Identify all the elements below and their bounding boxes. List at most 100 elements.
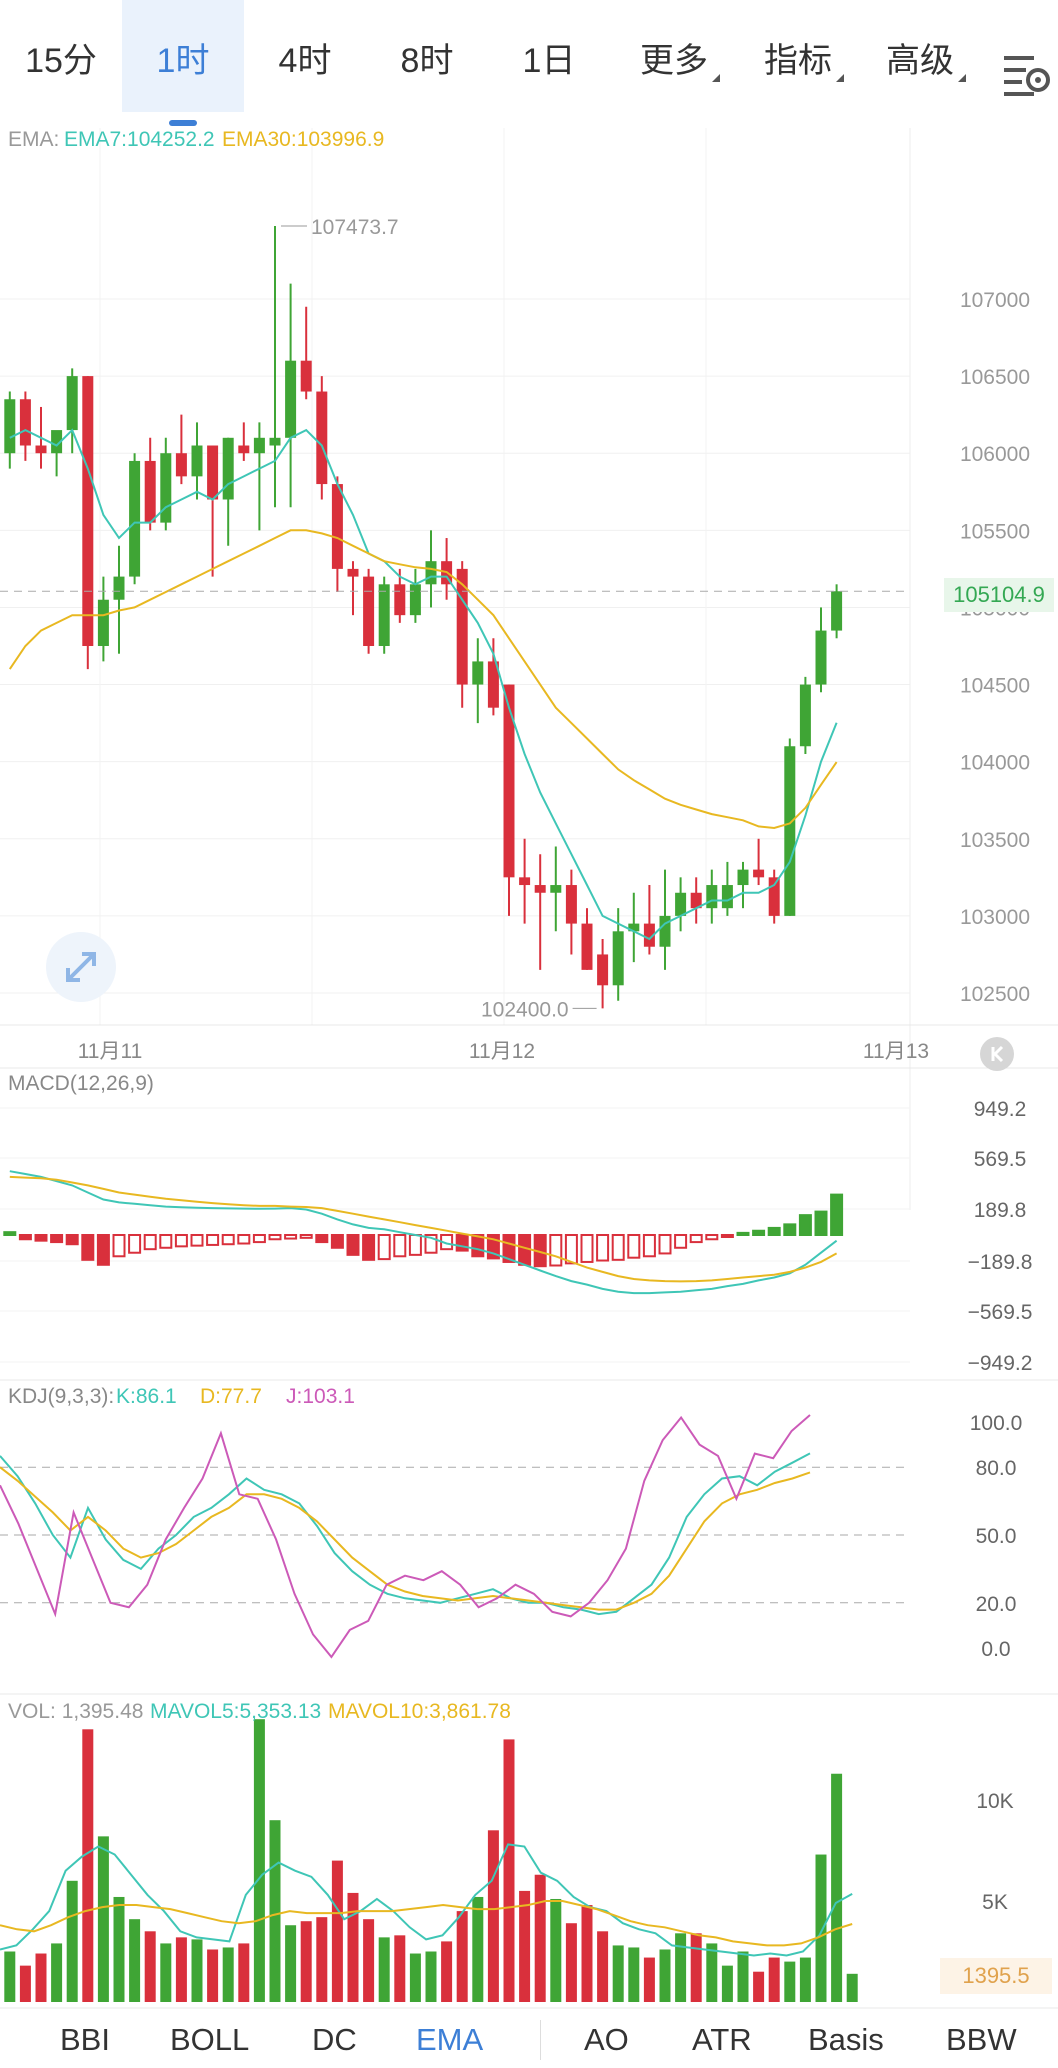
volume-bar bbox=[97, 1836, 109, 2002]
macd-histogram-bar bbox=[596, 1234, 610, 1262]
macd-histogram-bar bbox=[3, 1231, 17, 1236]
tab-bbw[interactable]: BBW bbox=[946, 2022, 1017, 2058]
kdj-k-line bbox=[0, 1452, 811, 1616]
candle-body bbox=[815, 630, 827, 685]
volume-bar bbox=[768, 1957, 780, 2002]
tab-more-dropdown[interactable]: 更多 bbox=[620, 0, 740, 112]
macd-histogram-bar bbox=[50, 1234, 64, 1244]
macd-histogram-bar bbox=[362, 1234, 376, 1261]
volume-bar bbox=[721, 1965, 733, 2002]
volume-bar bbox=[394, 1935, 406, 2002]
candle-body bbox=[519, 877, 531, 886]
kdj-y-tick-label: 20.0 bbox=[976, 1593, 1017, 1616]
kdj-d-line bbox=[0, 1466, 811, 1611]
tab-bbi[interactable]: BBI bbox=[60, 2022, 110, 2058]
volume-bar bbox=[269, 1820, 281, 2002]
low-price-label: 102400.0 bbox=[481, 998, 569, 1021]
current-price-tag: 105104.9 bbox=[944, 578, 1054, 612]
candle-body bbox=[597, 954, 609, 986]
macd-histogram-bar bbox=[34, 1234, 48, 1242]
volume-bar bbox=[425, 1951, 437, 2002]
volume-bar bbox=[19, 1965, 31, 2002]
tab-indicators-dropdown[interactable]: 指标 bbox=[744, 0, 864, 112]
candle-body bbox=[706, 885, 718, 909]
macd-histogram-bar bbox=[830, 1193, 844, 1237]
volume-bar bbox=[285, 1925, 297, 2002]
volume-bar bbox=[409, 1953, 421, 2002]
tab-4h[interactable]: 4时 bbox=[244, 0, 366, 112]
tab-ema[interactable]: EMA bbox=[416, 2022, 483, 2058]
kdj-y-tick-label: 50.0 bbox=[976, 1525, 1017, 1548]
candle-body bbox=[612, 931, 624, 986]
expand-arrows-icon[interactable] bbox=[46, 932, 116, 1002]
volume-bar bbox=[519, 1890, 531, 2002]
volume-bar bbox=[160, 1943, 172, 2002]
tab-separator bbox=[540, 2020, 541, 2060]
macd-histogram-bar bbox=[455, 1234, 469, 1252]
volume-bar bbox=[815, 1854, 827, 2002]
macd-histogram-bar bbox=[377, 1234, 391, 1261]
candle-body bbox=[144, 460, 156, 523]
macd-histogram-bar bbox=[393, 1234, 407, 1258]
macd-y-tick-label: 189.8 bbox=[974, 1199, 1027, 1222]
macd-histogram-bar bbox=[471, 1234, 485, 1258]
chart-settings-icon[interactable] bbox=[1002, 52, 1052, 98]
ema7-legend: EMA7:104252.2 bbox=[64, 128, 215, 151]
tab-basis[interactable]: Basis bbox=[808, 2022, 884, 2058]
chart-canvas[interactable]: 1070001065001060001055001050001045001040… bbox=[0, 126, 1058, 2010]
macd-histogram-bar bbox=[689, 1234, 703, 1244]
tab-dc[interactable]: DC bbox=[312, 2022, 357, 2058]
volume-bar bbox=[363, 1919, 375, 2002]
volume-bar bbox=[643, 1957, 655, 2002]
candle-body bbox=[82, 376, 94, 646]
volume-bar bbox=[144, 1931, 156, 2002]
macd-histogram-bar bbox=[315, 1234, 329, 1244]
main-y-tick-label: 105500 bbox=[960, 520, 1030, 543]
candle-body bbox=[768, 877, 780, 916]
candle-body bbox=[675, 892, 687, 916]
volume-bar bbox=[207, 1949, 219, 2002]
macd-histogram-bar bbox=[814, 1210, 828, 1236]
candle-body bbox=[472, 661, 484, 685]
volume-bar bbox=[191, 1939, 203, 2002]
candle-body bbox=[753, 869, 765, 878]
macd-y-tick-label: 569.5 bbox=[974, 1148, 1027, 1171]
tab-1h[interactable]: 1时 bbox=[122, 0, 244, 126]
ema30-legend: EMA30:103996.9 bbox=[222, 128, 385, 151]
volume-bar bbox=[659, 1949, 671, 2002]
macd-histogram-bar bbox=[783, 1223, 797, 1237]
tab-8h[interactable]: 8时 bbox=[366, 0, 488, 112]
volume-bar bbox=[253, 1719, 265, 2002]
tab-15min[interactable]: 15分 bbox=[0, 0, 122, 112]
macd-title: MACD(12,26,9) bbox=[8, 1072, 154, 1095]
x-axis-date-label: 11月11 bbox=[78, 1040, 143, 1063]
main-y-tick-label: 106000 bbox=[960, 443, 1030, 466]
tab-atr[interactable]: ATR bbox=[692, 2022, 752, 2058]
macd-histogram-bar bbox=[580, 1234, 594, 1263]
candle-body bbox=[191, 445, 203, 477]
tab-boll[interactable]: BOLL bbox=[170, 2022, 249, 2058]
candle-body bbox=[222, 437, 234, 500]
tab-1d[interactable]: 1日 bbox=[488, 0, 610, 112]
volume-bar bbox=[316, 1917, 328, 2002]
candle-body bbox=[831, 591, 843, 631]
volume-bar bbox=[378, 1937, 390, 2002]
volume-bar bbox=[737, 1951, 749, 2002]
macd-histogram-bar bbox=[658, 1234, 672, 1255]
macd-histogram-bar bbox=[237, 1234, 251, 1245]
candle-body bbox=[66, 376, 78, 431]
x-axis-date-label: 11月12 bbox=[469, 1040, 535, 1063]
volume-bar bbox=[347, 1892, 359, 2002]
tab-advanced-dropdown[interactable]: 高级 bbox=[866, 0, 986, 112]
main-y-tick-label: 102500 bbox=[960, 983, 1030, 1006]
volume-bar bbox=[4, 1951, 16, 2002]
macd-dea-line bbox=[9, 1175, 838, 1283]
tab-ao[interactable]: AO bbox=[584, 2022, 629, 2058]
main-y-tick-label: 104000 bbox=[960, 752, 1030, 775]
macd-histogram-bar bbox=[159, 1234, 173, 1249]
volume-bar bbox=[472, 1896, 484, 2002]
scroll-to-latest-icon[interactable] bbox=[980, 1037, 1014, 1071]
macd-histogram-bar bbox=[736, 1231, 750, 1237]
candle-body bbox=[737, 869, 749, 886]
vol-legend: VOL: 1,395.48 bbox=[8, 1700, 144, 1723]
